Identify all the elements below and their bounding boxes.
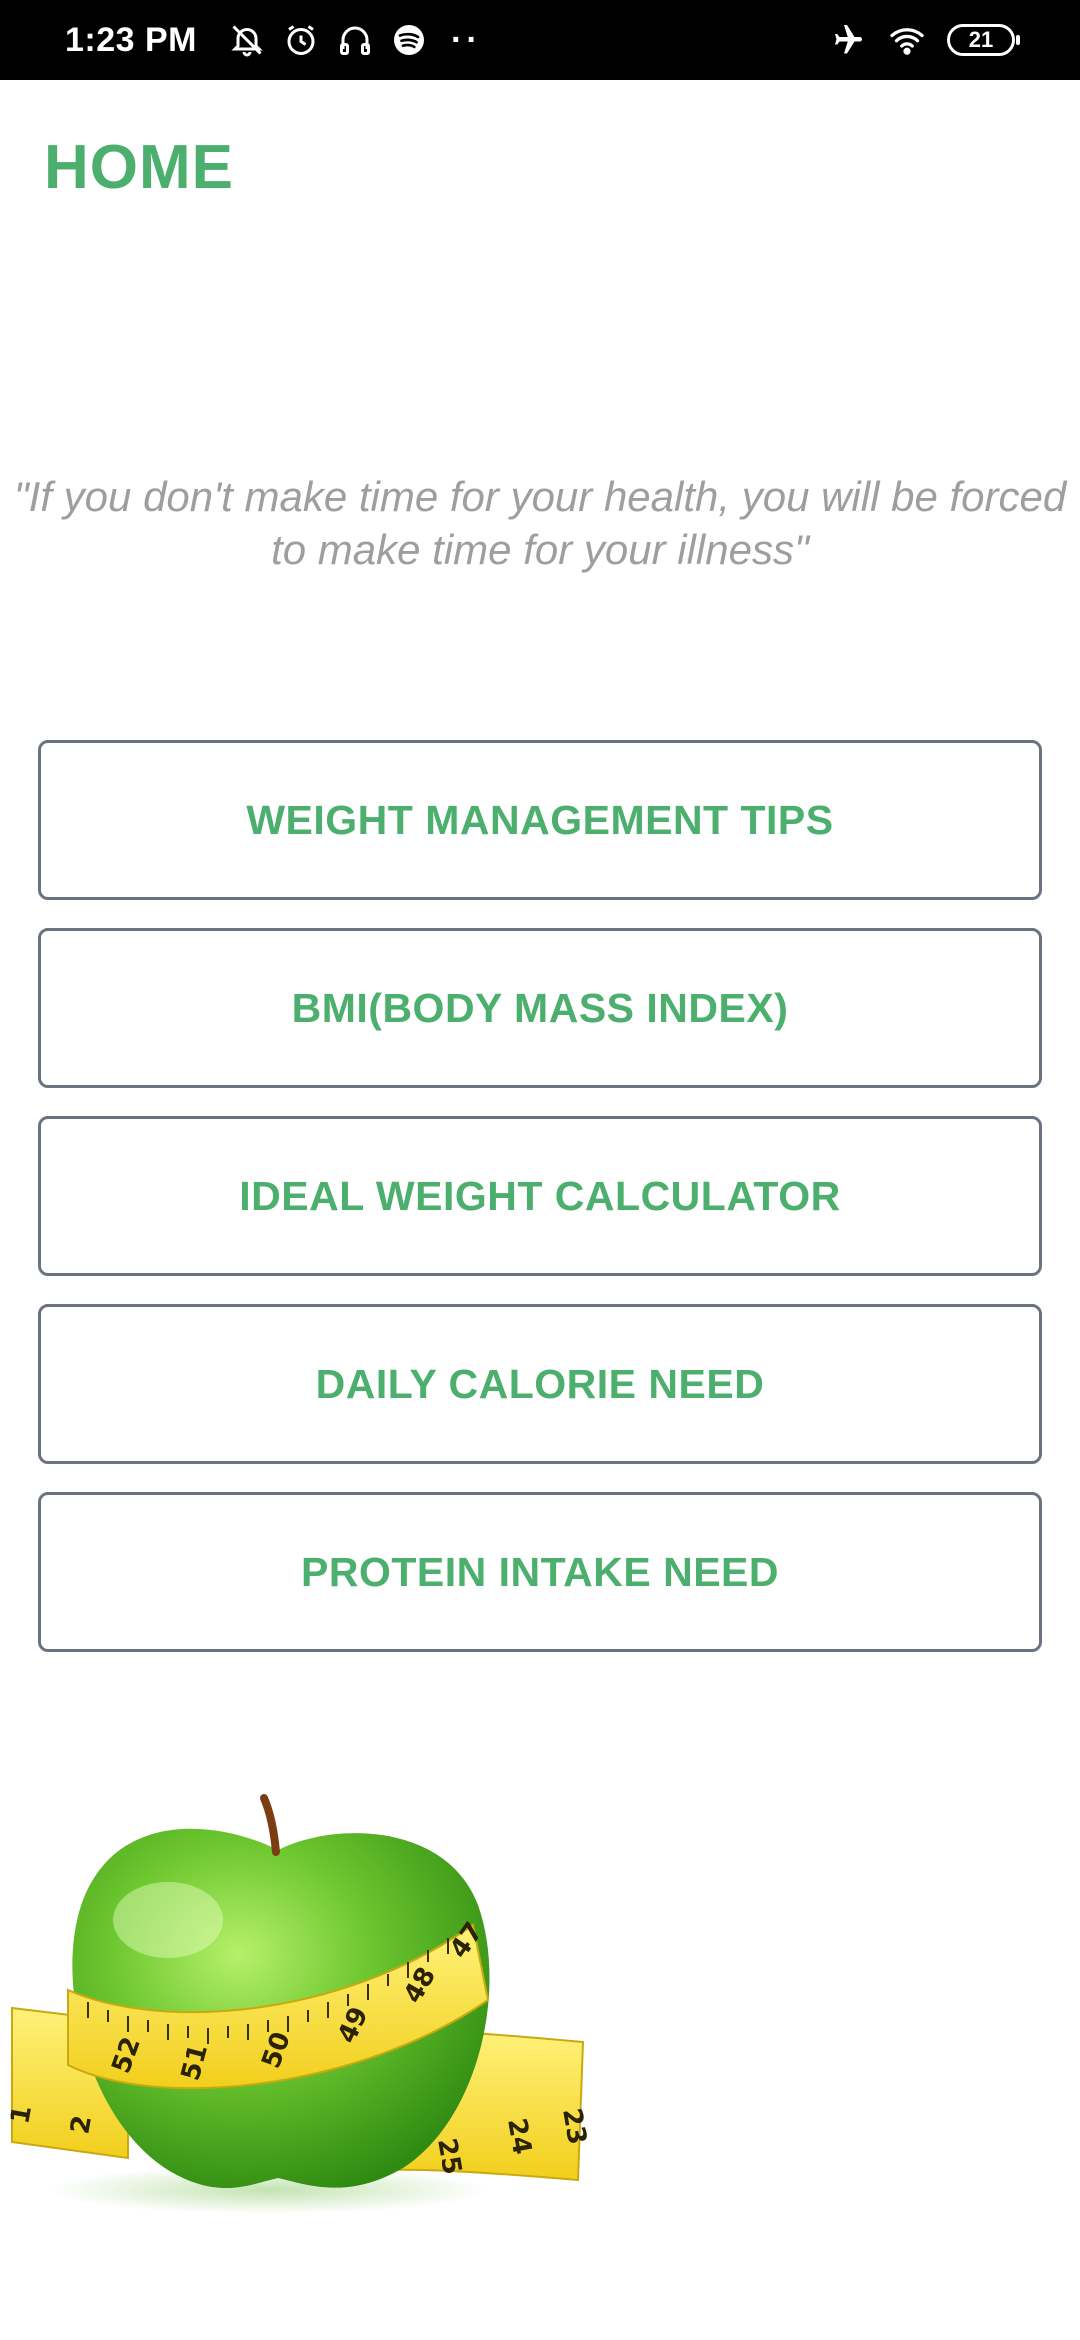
status-left: 1:23 PM ·· bbox=[65, 0, 482, 80]
tape-number: 23 bbox=[556, 2106, 592, 2147]
battery-icon: 21 bbox=[947, 24, 1020, 56]
tape-number: 24 bbox=[501, 2116, 537, 2157]
page-title: HOME bbox=[44, 133, 234, 202]
ideal-weight-calculator-button[interactable]: IDEAL WEIGHT CALCULATOR bbox=[38, 1116, 1042, 1276]
apple-illustration: 1 2 52 51 50 49 48 47 25 24 23 bbox=[5, 1794, 592, 2214]
quote-line-2: to make time for your illness" bbox=[271, 526, 809, 573]
airplane-icon bbox=[827, 20, 867, 60]
spotify-icon bbox=[389, 20, 429, 60]
health-quote: "If you don't make time for your health,… bbox=[0, 470, 1080, 576]
main-menu: WEIGHT MANAGEMENT TIPS BMI(BODY MASS IND… bbox=[38, 740, 1042, 1680]
quote-line-1: "If you don't make time for your health,… bbox=[13, 473, 1067, 520]
bell-muted-icon bbox=[227, 20, 267, 60]
wifi-icon bbox=[887, 20, 927, 60]
more-notifications-dots: ·· bbox=[451, 20, 482, 59]
daily-calorie-need-button[interactable]: DAILY CALORIE NEED bbox=[38, 1304, 1042, 1464]
status-time: 1:23 PM bbox=[65, 20, 197, 59]
weight-management-tips-button[interactable]: WEIGHT MANAGEMENT TIPS bbox=[38, 740, 1042, 900]
headphones-icon bbox=[335, 20, 375, 60]
apple-measuring-tape-image: 1 2 52 51 50 49 48 47 25 24 23 bbox=[5, 1790, 593, 2230]
battery-level: 21 bbox=[968, 27, 994, 52]
status-right: 21 bbox=[827, 0, 1020, 80]
alarm-icon bbox=[281, 20, 321, 60]
bmi-button[interactable]: BMI(BODY MASS INDEX) bbox=[38, 928, 1042, 1088]
tape-number: 25 bbox=[431, 2136, 467, 2177]
protein-intake-need-button[interactable]: PROTEIN INTAKE NEED bbox=[38, 1492, 1042, 1652]
status-bar: 1:23 PM ·· 21 bbox=[0, 0, 1080, 80]
